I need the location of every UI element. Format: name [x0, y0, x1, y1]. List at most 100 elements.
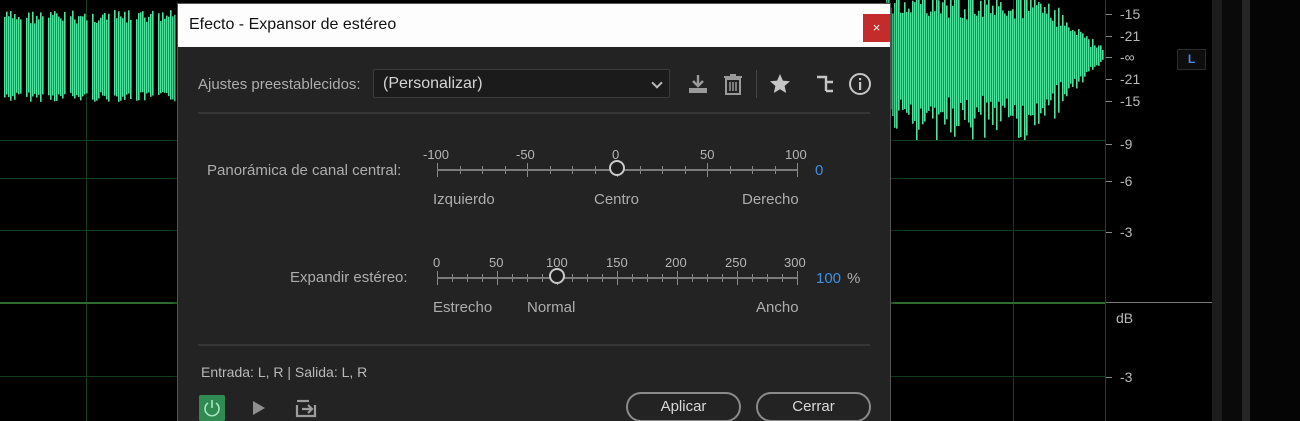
waveform-bar: [174, 14, 176, 102]
chevron-down-icon: [651, 77, 663, 89]
waveform-bar: [1094, 45, 1096, 67]
channel-l-badge[interactable]: L: [1177, 49, 1206, 70]
waveform-bar: [1036, 5, 1038, 104]
waveform-bar: [1028, 10, 1030, 115]
section-divider: [198, 344, 870, 346]
apply-button[interactable]: Aplicar: [626, 392, 741, 421]
waveform-bar: [942, 2, 944, 113]
center-pan-scale-label: 100: [785, 147, 807, 162]
waveform-bar: [126, 22, 128, 95]
close-button[interactable]: Cerrar: [756, 392, 871, 421]
close-dialog-button[interactable]: ×: [863, 14, 890, 42]
presets-label: Ajustes preestablecidos:: [198, 76, 361, 93]
db-label: -6: [1120, 173, 1133, 189]
waveform-bar: [988, 0, 990, 120]
waveform-bar: [904, 2, 906, 110]
db-label: -15: [1120, 93, 1141, 109]
waveform-bar: [998, 6, 1000, 102]
waveform-bar: [124, 11, 126, 100]
waveform-bar: [158, 13, 160, 95]
save-preset-icon[interactable]: [686, 72, 710, 96]
waveform-bar: [932, 0, 934, 119]
waveform-bar: [60, 18, 62, 97]
expand-wide-label: Ancho: [756, 299, 799, 316]
delete-preset-icon[interactable]: [721, 72, 745, 96]
waveform-bar: [1070, 30, 1072, 84]
waveform-bar: [74, 19, 76, 99]
waveform-bar: [1066, 22, 1068, 97]
waveform-bar: [116, 18, 118, 97]
waveform-bar: [928, 15, 930, 111]
waveform-bar: [18, 16, 20, 95]
io-routing-label: Entrada: L, R | Salida: L, R: [201, 364, 368, 380]
waveform-bar: [924, 0, 926, 122]
db-unit-label: dB: [1116, 310, 1134, 326]
db-tick: [1106, 232, 1112, 233]
waveform-bar: [962, 18, 964, 111]
waveform-bar: [16, 19, 18, 93]
waveform-bar: [62, 20, 64, 99]
play-icon[interactable]: [248, 397, 270, 419]
slider-tick: [797, 271, 798, 285]
waveform-bar: [1048, 3, 1050, 106]
info-icon[interactable]: [848, 72, 872, 96]
db-label: -∞: [1120, 49, 1135, 65]
waveform-bar: [972, 0, 974, 140]
power-icon[interactable]: [199, 395, 225, 421]
waveform-bar: [1090, 46, 1092, 67]
waveform-bar: [898, 0, 900, 111]
stereo-expand-value[interactable]: 100: [816, 270, 841, 287]
waveform-bar: [166, 15, 168, 94]
waveform-bar: [1008, 10, 1010, 118]
waveform-bar: [944, 0, 946, 125]
stereo-expand-scale-label: 200: [665, 255, 687, 270]
waveform-bar: [1032, 7, 1034, 116]
waveform-bar: [120, 16, 122, 101]
waveform-bar: [940, 13, 942, 113]
waveform-bar: [42, 16, 44, 95]
waveform-bar: [82, 16, 84, 97]
db-tick: [1106, 14, 1112, 15]
stereo-expand-scale-label: 150: [606, 255, 628, 270]
routing-icon[interactable]: [814, 72, 838, 96]
waveform-bar: [1012, 9, 1014, 116]
center-pan-value[interactable]: 0: [815, 162, 823, 179]
waveform-bar: [1004, 13, 1006, 108]
waveform-bar: [948, 17, 950, 98]
center-pan-thumb[interactable]: [609, 160, 625, 176]
waveform-right: [886, 0, 1104, 140]
waveform-bar: [902, 12, 904, 110]
center-pan-scale-label: -50: [516, 147, 535, 162]
db-tick: [1106, 79, 1112, 80]
waveform-bar: [54, 11, 56, 102]
strip-column: [1212, 0, 1222, 421]
waveform-bar: [6, 11, 8, 95]
waveform-bar: [20, 19, 22, 94]
waveform-bar: [912, 0, 914, 124]
center-pan-scale-label: -100: [423, 147, 450, 162]
waveform-bar: [956, 0, 958, 126]
waveform-bar: [892, 13, 894, 116]
loop-icon[interactable]: [293, 395, 319, 421]
dialog-titlebar[interactable]: Efecto - Expansor de estéreo ×: [178, 4, 890, 47]
waveform-bar: [982, 16, 984, 96]
presets-value: (Personalizar): [383, 75, 483, 92]
waveform-bar: [1056, 26, 1058, 86]
presets-dropdown[interactable]: (Personalizar): [373, 69, 670, 98]
waveform-bar: [996, 0, 998, 131]
db-label: -21: [1120, 28, 1141, 44]
waveform-bar: [34, 23, 36, 94]
waveform-bar: [894, 3, 896, 128]
waveform-bar: [950, 0, 952, 133]
center-pan-label: Panorámica de canal central:: [207, 162, 402, 179]
center-pan-slider[interactable]: [437, 160, 798, 177]
stereo-expand-thumb[interactable]: [549, 268, 565, 284]
expand-normal-label: Normal: [527, 299, 576, 316]
favorite-star-icon[interactable]: [768, 72, 792, 96]
waveform-bar: [968, 0, 970, 123]
waveform-bar: [910, 12, 912, 105]
stereo-expander-dialog: Efecto - Expansor de estéreo × Ajustes p…: [177, 3, 891, 421]
pan-center-label: Centro: [594, 191, 640, 208]
stereo-expand-slider[interactable]: [437, 268, 798, 285]
waveform-bar: [70, 16, 72, 93]
